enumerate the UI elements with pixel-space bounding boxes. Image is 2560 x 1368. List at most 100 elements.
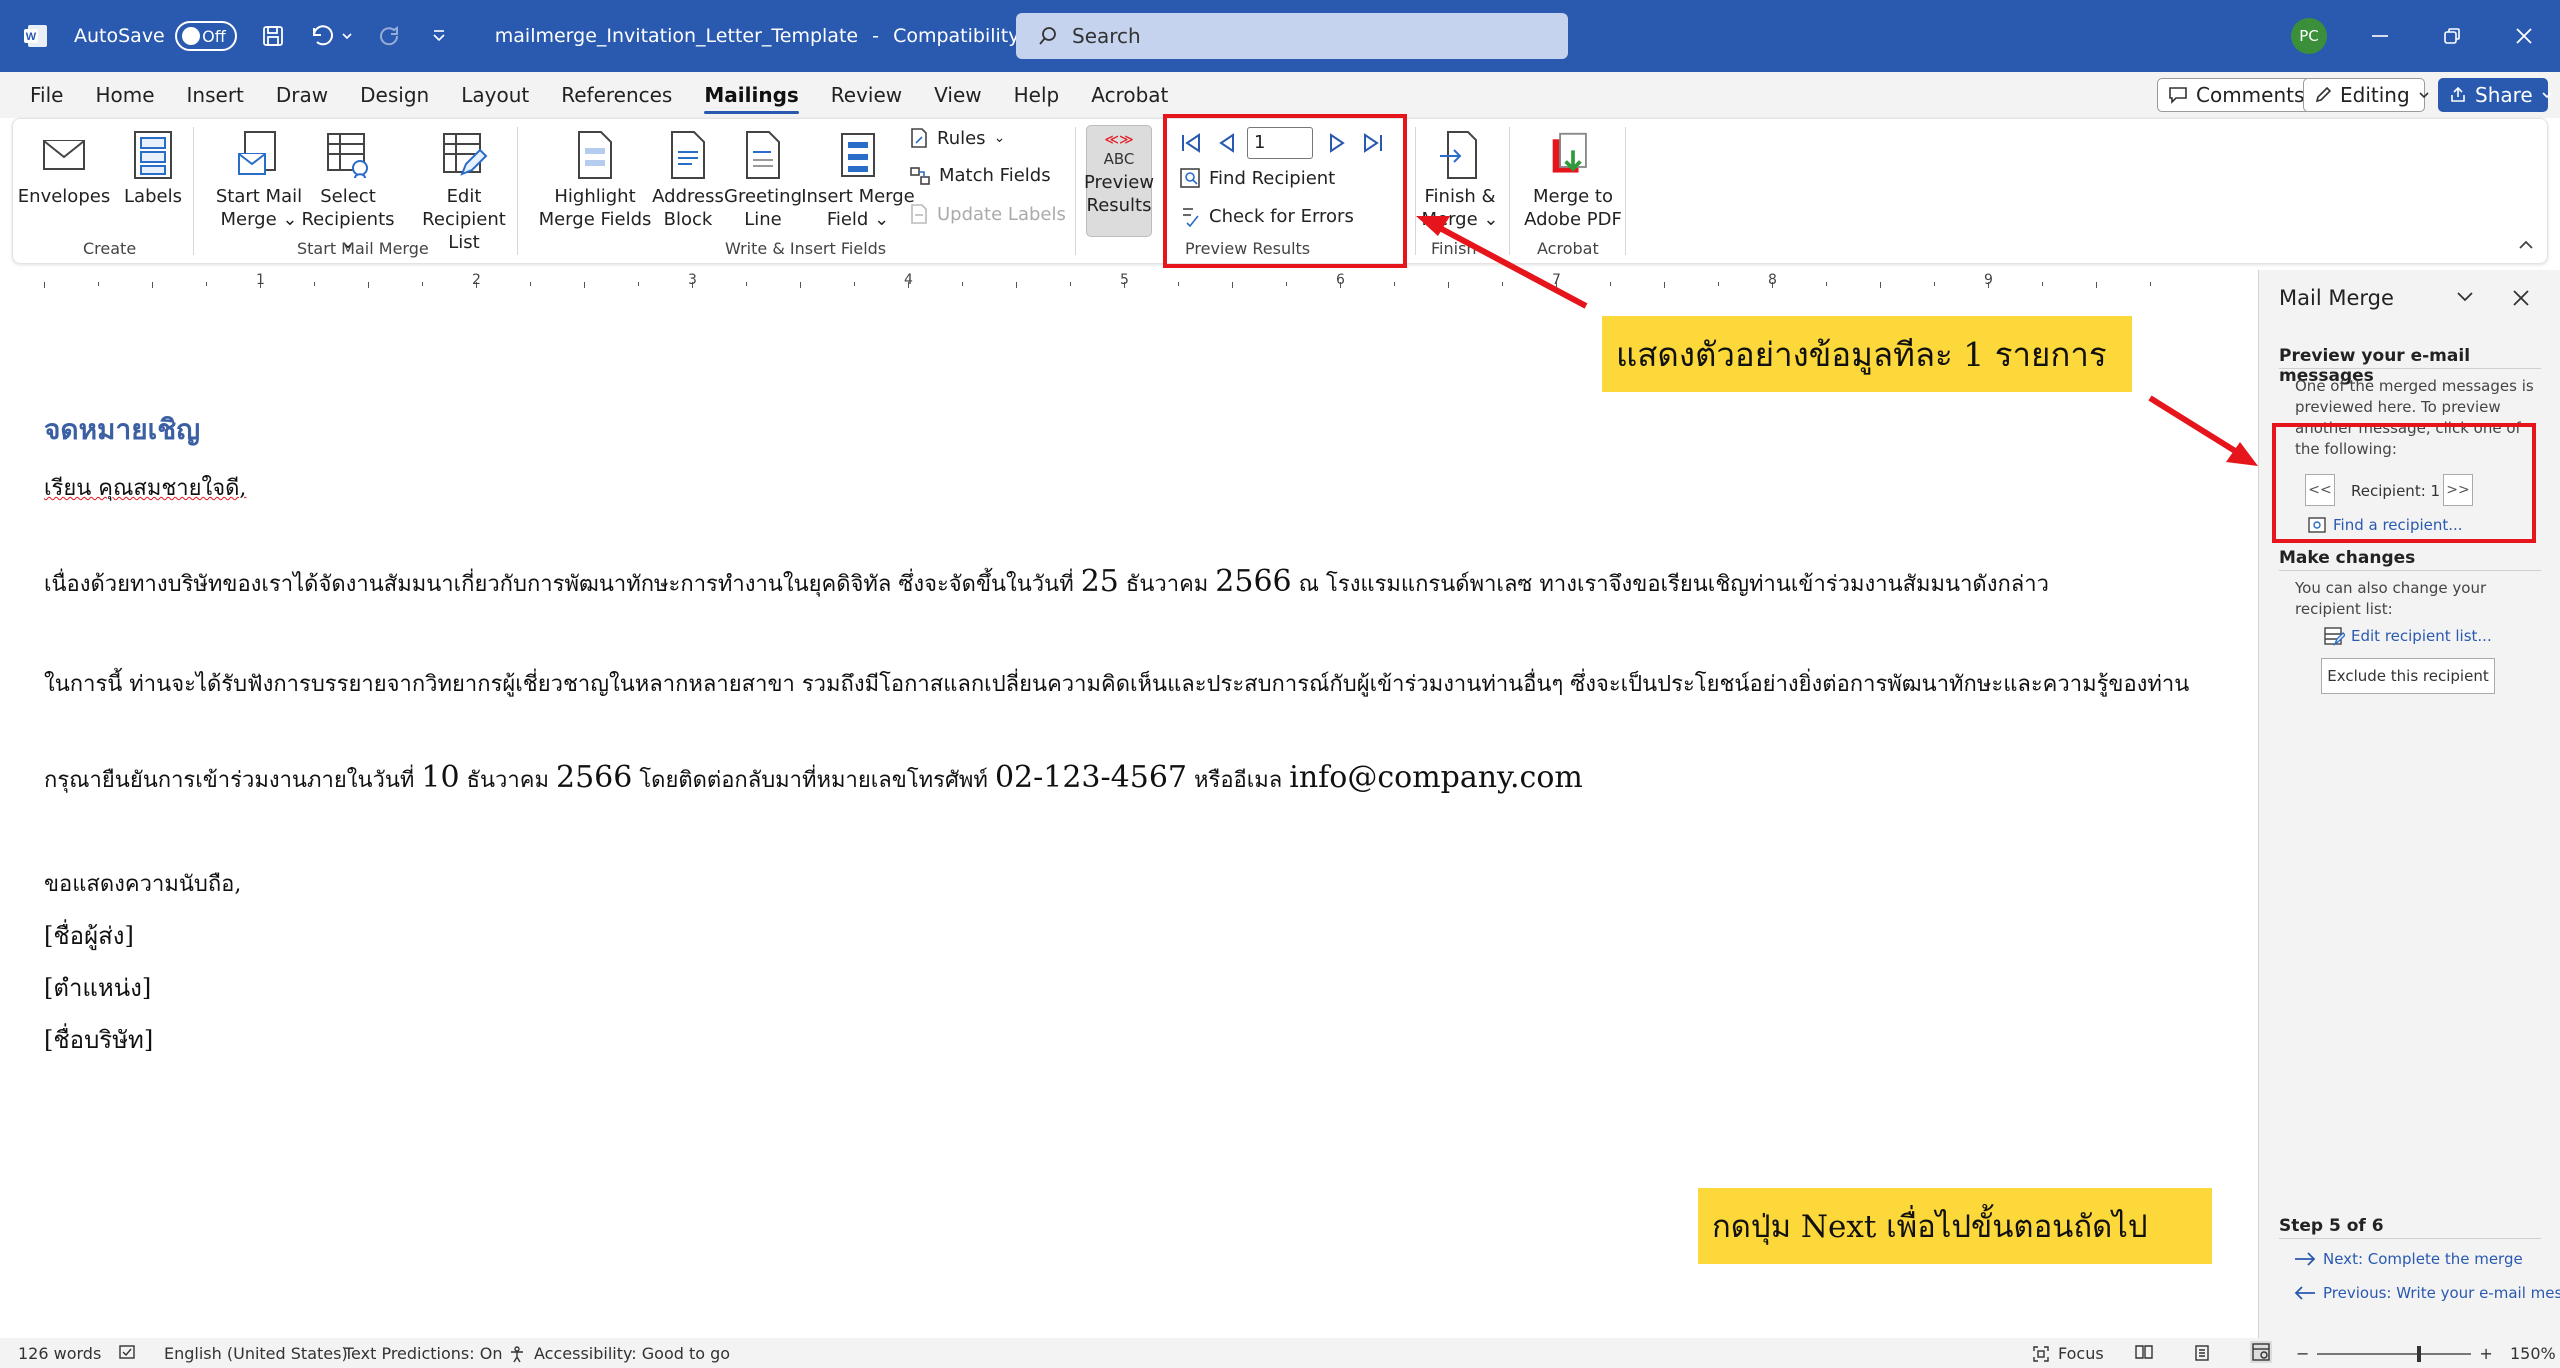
document-canvas[interactable]: จดหมายเชิญ เรียน คุณสมชายใจดี, เนื่องด้ว… — [0, 298, 2258, 1338]
address-block-button[interactable]: Address Block — [651, 129, 725, 231]
first-record-icon[interactable] — [1177, 129, 1205, 157]
position-placeholder: [ตำแหน่ง] — [44, 974, 152, 1002]
tab-file[interactable]: File — [14, 72, 79, 118]
arrow-right-icon — [2293, 1251, 2317, 1267]
comments-button[interactable]: Comments — [2157, 78, 2311, 112]
highlight-merge-fields-button[interactable]: Highlight Merge Fields — [531, 129, 659, 231]
zoom-level[interactable]: 150% — [2510, 1344, 2556, 1363]
previous-record-icon[interactable] — [1213, 129, 1241, 157]
p1-text-a: เนื่องด้วยทางบริษัทของเราได้จัดงานสัมมนา… — [44, 572, 1074, 597]
customize-toolbar-icon[interactable] — [425, 22, 453, 50]
finish-group-label: Finish — [1431, 239, 1477, 258]
tab-acrobat[interactable]: Acrobat — [1075, 72, 1184, 118]
save-icon[interactable] — [259, 22, 287, 50]
tab-review[interactable]: Review — [815, 72, 918, 118]
merge-to-adobe-pdf-button[interactable]: Merge to Adobe PDF — [1513, 129, 1633, 231]
tab-mailings[interactable]: Mailings — [688, 72, 814, 118]
acrobat-group-label: Acrobat — [1537, 239, 1599, 258]
web-layout-icon[interactable] — [2250, 1341, 2272, 1363]
merge-pdf-label-1: Merge to — [1533, 186, 1613, 207]
previous-step-link[interactable]: Previous: Write your e-mail mess — [2293, 1284, 2560, 1302]
highlight-label-1: Highlight — [554, 186, 636, 207]
close-icon[interactable] — [2508, 20, 2540, 52]
insert-merge-field-button[interactable]: Insert Merge Field ⌄ — [801, 129, 915, 231]
word-count[interactable]: 126 words — [18, 1344, 101, 1363]
minimize-icon[interactable] — [2364, 20, 2396, 52]
finish-merge-button[interactable]: Finish & Merge ⌄ — [1417, 129, 1503, 231]
rules-button[interactable]: Rules ⌄ — [909, 127, 1005, 149]
update-labels-button[interactable]: Update Labels — [909, 203, 1066, 225]
p3-text-c: โดยติดต่อกลับมาที่หมายเลขโทรศัพท์ — [639, 768, 988, 793]
user-avatar[interactable]: PC — [2291, 18, 2327, 54]
paragraph-2: ในการนี้ ท่านจะได้รับฟังการบรรยายจากวิทย… — [44, 672, 2190, 697]
create-group-label: Create — [83, 239, 137, 258]
tab-help[interactable]: Help — [998, 72, 1076, 118]
select-recipients-button[interactable]: Select Recipients ⌄ — [293, 129, 403, 254]
envelopes-button[interactable]: Envelopes — [18, 129, 110, 208]
share-button[interactable]: Share — [2438, 78, 2552, 112]
restore-icon[interactable] — [2436, 20, 2468, 52]
greeting-line-button[interactable]: Greeting Line — [724, 129, 802, 231]
ruler-tick — [2042, 282, 2043, 286]
insert-field-label-1: Insert Merge — [801, 186, 915, 207]
find-recipient-link[interactable]: Find a recipient... — [2307, 516, 2463, 534]
previous-recipient-button[interactable]: << — [2305, 474, 2335, 506]
envelope-icon — [40, 129, 88, 181]
zoom-slider[interactable]: − + — [2296, 1344, 2493, 1363]
tab-home[interactable]: Home — [79, 72, 170, 118]
print-layout-icon[interactable] — [2194, 1344, 2210, 1362]
proofing-icon[interactable] — [118, 1344, 136, 1360]
tab-design[interactable]: Design — [344, 72, 445, 118]
labels-button[interactable]: Labels — [124, 129, 182, 208]
undo-dropdown-icon[interactable] — [341, 31, 353, 41]
chevron-down-icon[interactable] — [2455, 290, 2475, 304]
tab-draw[interactable]: Draw — [260, 72, 344, 118]
find-recipient-button[interactable]: Find Recipient — [1179, 167, 1335, 189]
zoom-out-icon[interactable]: − — [2296, 1344, 2309, 1363]
collapse-ribbon-icon[interactable] — [2517, 239, 2535, 251]
record-number-input[interactable]: 1 — [1247, 127, 1313, 159]
redo-icon[interactable] — [375, 22, 403, 50]
tab-insert[interactable]: Insert — [171, 72, 260, 118]
tab-view[interactable]: View — [918, 72, 997, 118]
next-record-icon[interactable] — [1323, 129, 1351, 157]
read-mode-icon[interactable] — [2134, 1344, 2154, 1360]
edit-recipient-list-button[interactable]: Edit Recipient List — [405, 129, 523, 254]
tab-references[interactable]: References — [545, 72, 688, 118]
language[interactable]: English (United States) — [164, 1344, 348, 1363]
editing-button[interactable]: Editing — [2303, 78, 2429, 112]
check-errors-icon — [1179, 205, 1201, 227]
search-box[interactable]: Search — [1016, 13, 1568, 59]
zoom-thumb[interactable] — [2417, 1345, 2422, 1362]
tab-layout[interactable]: Layout — [445, 72, 545, 118]
check-errors-button[interactable]: Check for Errors — [1179, 205, 1354, 227]
next-step-link[interactable]: Next: Complete the merge — [2293, 1250, 2523, 1268]
envelopes-label: Envelopes — [17, 186, 111, 207]
zoom-in-icon[interactable]: + — [2479, 1344, 2492, 1363]
preview-results-button[interactable]: ≪≫ ABC Preview Results — [1084, 125, 1154, 237]
autosave-toggle[interactable]: Off — [174, 21, 237, 51]
last-record-icon[interactable] — [1359, 129, 1387, 157]
zoom-track[interactable] — [2317, 1345, 2472, 1362]
update-labels-icon — [909, 203, 929, 225]
match-fields-button[interactable]: Match Fields — [909, 165, 1051, 186]
accessibility-icon — [508, 1345, 526, 1363]
accessibility-status[interactable]: Accessibility: Good to go — [508, 1344, 730, 1363]
text-predictions[interactable]: Text Predictions: On — [344, 1344, 502, 1363]
edit-recipient-list-link[interactable]: Edit recipient list... — [2323, 626, 2492, 646]
undo-icon[interactable] — [309, 22, 337, 50]
exclude-recipient-button[interactable]: Exclude this recipient — [2321, 658, 2495, 694]
focus-button[interactable]: Focus — [2032, 1344, 2104, 1363]
editing-label: Editing — [2340, 83, 2410, 107]
document-filename[interactable]: mailmerge_Invitation_Letter_Template - C… — [495, 25, 1102, 47]
finish-label-2: Merge ⌄ — [1421, 209, 1499, 230]
address-label-2: Block — [663, 209, 713, 230]
ruler-number: 3 — [688, 272, 697, 288]
p1-day: 25 — [1080, 564, 1119, 599]
close-pane-icon[interactable] — [2511, 288, 2531, 308]
match-fields-label: Match Fields — [939, 165, 1051, 186]
next-recipient-button[interactable]: >> — [2443, 474, 2473, 506]
preview-abc-label: ABC — [1103, 150, 1135, 168]
p3-year: 2566 — [555, 760, 633, 795]
ruler-tick — [1016, 282, 1017, 288]
